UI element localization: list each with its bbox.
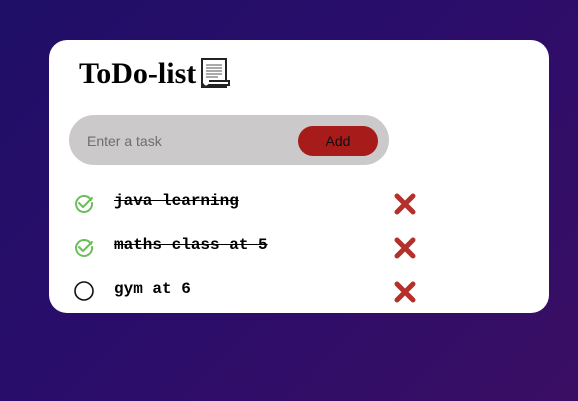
task-label: java learning [114, 192, 239, 210]
add-button[interactable]: Add [298, 126, 378, 156]
header: ToDo-list [79, 56, 232, 92]
app-title: ToDo-list [79, 57, 197, 90]
task-item[interactable]: java learning [73, 188, 433, 218]
unchecked-icon[interactable] [73, 280, 95, 302]
task-label: maths class at 5 [114, 236, 268, 254]
task-form: Add [69, 115, 389, 165]
task-item[interactable]: gym at 6 [73, 276, 433, 306]
delete-icon[interactable] [393, 236, 417, 260]
delete-icon[interactable] [393, 192, 417, 216]
task-item[interactable]: maths class at 5 [73, 232, 433, 262]
checked-icon[interactable] [73, 192, 95, 214]
task-label: gym at 6 [114, 280, 191, 298]
delete-icon[interactable] [393, 280, 417, 304]
document-icon [201, 58, 231, 88]
todo-card: ToDo-list Add java learning maths class … [49, 40, 549, 313]
task-input[interactable] [85, 128, 289, 154]
checked-icon[interactable] [73, 236, 95, 258]
